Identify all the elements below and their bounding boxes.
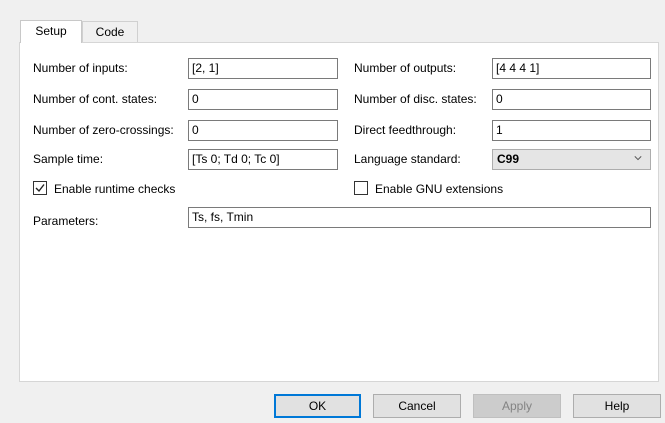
zero-crossings-label: Number of zero-crossings: xyxy=(33,123,174,137)
apply-button[interactable]: Apply xyxy=(473,394,561,418)
disc-states-field[interactable]: 0 xyxy=(492,89,651,110)
setup-panel: Number of inputs: [2, 1] Number of outpu… xyxy=(19,42,659,382)
gnu-extensions-label: Enable GNU extensions xyxy=(375,182,504,196)
s-function-dialog: Setup Code Number of inputs: [2, 1] Numb… xyxy=(0,0,665,423)
tab-setup[interactable]: Setup xyxy=(20,20,82,43)
runtime-checks-checkbox[interactable]: Enable runtime checks xyxy=(33,180,233,198)
disc-states-label: Number of disc. states: xyxy=(354,92,477,106)
checkbox-box[interactable] xyxy=(33,181,47,195)
num-outputs-field[interactable]: [4 4 4 1] xyxy=(492,58,651,79)
sample-time-label: Sample time: xyxy=(33,152,104,166)
parameters-label: Parameters: xyxy=(33,214,99,228)
ok-button[interactable]: OK xyxy=(274,394,361,418)
direct-feedthrough-field[interactable]: 1 xyxy=(492,120,651,141)
cancel-button[interactable]: Cancel xyxy=(373,394,461,418)
language-standard-select[interactable]: C99 xyxy=(492,149,651,170)
cont-states-field[interactable]: 0 xyxy=(188,89,338,110)
runtime-checks-label: Enable runtime checks xyxy=(54,182,176,196)
tab-code[interactable]: Code xyxy=(82,21,138,42)
cont-states-label: Number of cont. states: xyxy=(33,92,158,106)
parameters-field[interactable]: Ts, fs, Tmin xyxy=(188,207,651,228)
zero-crossings-field[interactable]: 0 xyxy=(188,120,338,141)
gnu-extensions-checkbox[interactable]: Enable GNU extensions xyxy=(354,180,554,198)
num-inputs-label: Number of inputs: xyxy=(33,61,128,75)
direct-feedthrough-label: Direct feedthrough: xyxy=(354,123,457,137)
check-icon xyxy=(35,184,45,193)
num-inputs-field[interactable]: [2, 1] xyxy=(188,58,338,79)
language-standard-label: Language standard: xyxy=(354,152,461,166)
help-button[interactable]: Help xyxy=(573,394,661,418)
num-outputs-label: Number of outputs: xyxy=(354,61,457,75)
language-standard-value: C99 xyxy=(497,152,520,166)
checkbox-box[interactable] xyxy=(354,181,368,195)
sample-time-field[interactable]: [Ts 0; Td 0; Tc 0] xyxy=(188,149,338,170)
chevron-down-icon xyxy=(634,156,642,161)
